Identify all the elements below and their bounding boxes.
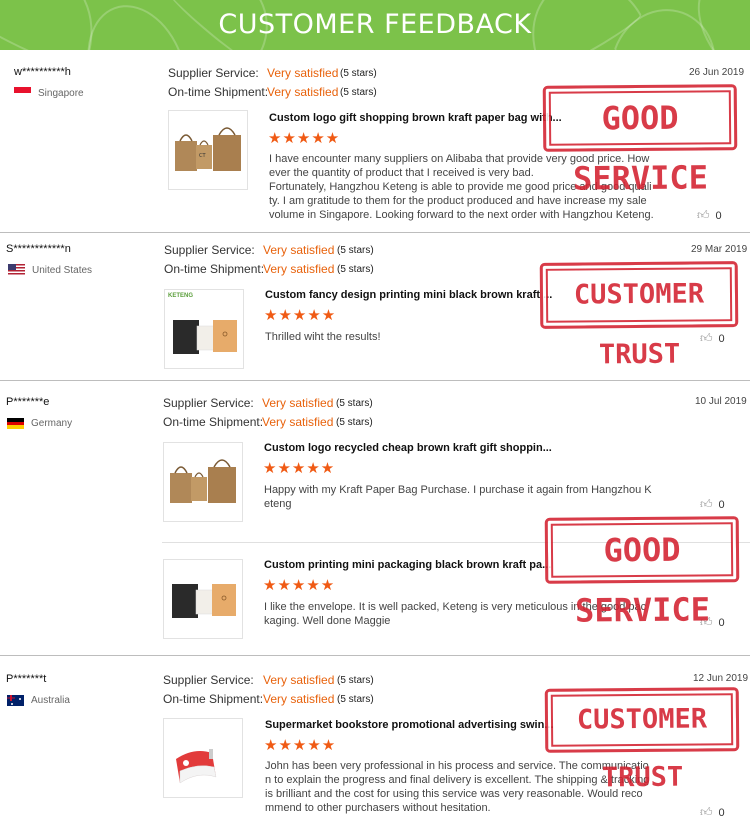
supplier-service-stars: (5 stars) bbox=[340, 68, 377, 79]
like-count: 0 bbox=[718, 499, 725, 511]
reviewer-country: Singapore bbox=[38, 88, 84, 99]
review-card: P*******e Germany Supplier Service: Very… bbox=[0, 380, 750, 656]
customer-trust-stamp: CUSTOMER TRUST bbox=[539, 261, 739, 370]
like-button[interactable]: 👍︎ 0 bbox=[697, 208, 722, 223]
reviewer-name: P*******t bbox=[6, 673, 47, 685]
review-date: 12 Jun 2019 bbox=[693, 673, 749, 684]
flag-germany-icon bbox=[7, 418, 24, 429]
review-card: S************n United States Supplier Se… bbox=[0, 232, 750, 381]
on-time-shipment-label: On-time Shipment: bbox=[163, 415, 264, 429]
on-time-shipment-rating: Very satisfied bbox=[263, 262, 335, 276]
banner-title: CUSTOMER FEEDBACK bbox=[218, 9, 532, 40]
supplier-service-stars: (5 stars) bbox=[337, 245, 374, 256]
stamp-text: GOOD SERVICE bbox=[574, 530, 711, 630]
supplier-service-label: Supplier Service: bbox=[163, 673, 254, 687]
product-title[interactable]: Custom fancy design printing mini black … bbox=[265, 289, 552, 301]
review-card: P*******t Australia Supplier Service: Ve… bbox=[0, 655, 750, 834]
supplier-service-stars: (5 stars) bbox=[337, 675, 374, 686]
product-star-rating: ★★★★★ bbox=[263, 577, 336, 594]
on-time-shipment-stars: (5 stars) bbox=[337, 264, 374, 275]
on-time-shipment-stars: (5 stars) bbox=[340, 87, 377, 98]
supplier-service-label: Supplier Service: bbox=[164, 243, 255, 257]
on-time-shipment-label: On-time Shipment: bbox=[163, 692, 264, 706]
review-card: w**********h Singapore Supplier Service:… bbox=[0, 52, 750, 233]
reviewer-name: S************n bbox=[6, 243, 71, 255]
good-service-stamp: GOOD SERVICE bbox=[542, 84, 738, 198]
supplier-service-label: Supplier Service: bbox=[168, 66, 259, 80]
on-time-shipment-rating: Very satisfied bbox=[262, 415, 334, 429]
reviewer-country: Germany bbox=[31, 418, 73, 429]
thumbs-up-icon: 👍︎ bbox=[700, 805, 713, 819]
supplier-service-stars: (5 stars) bbox=[336, 398, 373, 409]
supplier-service-rating: Very satisfied bbox=[267, 66, 339, 80]
stamp-text: GOOD SERVICE bbox=[572, 98, 709, 198]
flag-australia-icon bbox=[7, 695, 24, 706]
product-thumbnail[interactable] bbox=[163, 442, 243, 522]
product-star-rating: ★★★★★ bbox=[264, 307, 337, 324]
product-star-rating: ★★★★★ bbox=[268, 130, 341, 147]
product-thumbnail[interactable] bbox=[163, 718, 243, 798]
review-date: 29 Mar 2019 bbox=[691, 244, 748, 255]
good-service-stamp: GOOD SERVICE bbox=[544, 516, 740, 630]
on-time-shipment-stars: (5 stars) bbox=[337, 694, 374, 705]
on-time-shipment-label: On-time Shipment: bbox=[168, 85, 269, 99]
like-button[interactable]: 👍︎ 0 bbox=[700, 805, 725, 820]
svg-text:CT: CT bbox=[199, 153, 206, 159]
review-date: 10 Jul 2019 bbox=[695, 396, 747, 407]
review-comment: Happy with my Kraft Paper Bag Purchase. … bbox=[264, 484, 652, 510]
product-thumbnail[interactable] bbox=[163, 559, 243, 639]
customer-trust-stamp: CUSTOMER TRUST bbox=[544, 687, 740, 793]
product-title[interactable]: Custom logo recycled cheap brown kraft g… bbox=[264, 442, 552, 454]
on-time-shipment-label: On-time Shipment: bbox=[164, 262, 265, 276]
flag-united-states-icon bbox=[8, 264, 25, 275]
reviewer-name: P*******e bbox=[6, 396, 50, 408]
reviewer-country: United States bbox=[32, 265, 93, 276]
product-title[interactable]: Custom printing mini packaging black bro… bbox=[264, 559, 551, 571]
stamp-text: CUSTOMER TRUST bbox=[573, 278, 705, 371]
like-count: 0 bbox=[715, 210, 722, 222]
like-count: 0 bbox=[718, 807, 725, 819]
reviewer-country: Australia bbox=[31, 695, 70, 706]
flag-singapore-icon bbox=[14, 87, 31, 98]
supplier-service-rating: Very satisfied bbox=[262, 396, 334, 410]
header-banner: CUSTOMER FEEDBACK bbox=[0, 0, 750, 50]
thumbs-up-icon: 👍︎ bbox=[700, 497, 713, 511]
product-thumbnail[interactable]: KETENG bbox=[164, 289, 244, 369]
product-title[interactable]: Custom logo gift shopping brown kraft pa… bbox=[269, 112, 562, 124]
product-star-rating: ★★★★★ bbox=[264, 737, 337, 754]
thumbs-up-icon: 👍︎ bbox=[697, 208, 710, 222]
review-date: 26 Jun 2019 bbox=[689, 67, 745, 78]
on-time-shipment-rating: Very satisfied bbox=[263, 692, 335, 706]
like-button[interactable]: 👍︎ 0 bbox=[700, 497, 725, 512]
product-star-rating: ★★★★★ bbox=[263, 460, 336, 477]
on-time-shipment-stars: (5 stars) bbox=[336, 417, 373, 428]
reviewer-name: w**********h bbox=[14, 66, 71, 78]
stamp-text: CUSTOMER TRUST bbox=[576, 703, 708, 794]
supplier-service-rating: Very satisfied bbox=[263, 243, 335, 257]
supplier-service-rating: Very satisfied bbox=[263, 673, 335, 687]
product-title[interactable]: Supermarket bookstore promotional advert… bbox=[265, 719, 554, 731]
on-time-shipment-rating: Very satisfied bbox=[267, 85, 339, 99]
product-thumbnail[interactable]: CT bbox=[168, 110, 248, 190]
thumbnail-brand: KETENG bbox=[168, 293, 194, 299]
supplier-service-label: Supplier Service: bbox=[163, 396, 254, 410]
